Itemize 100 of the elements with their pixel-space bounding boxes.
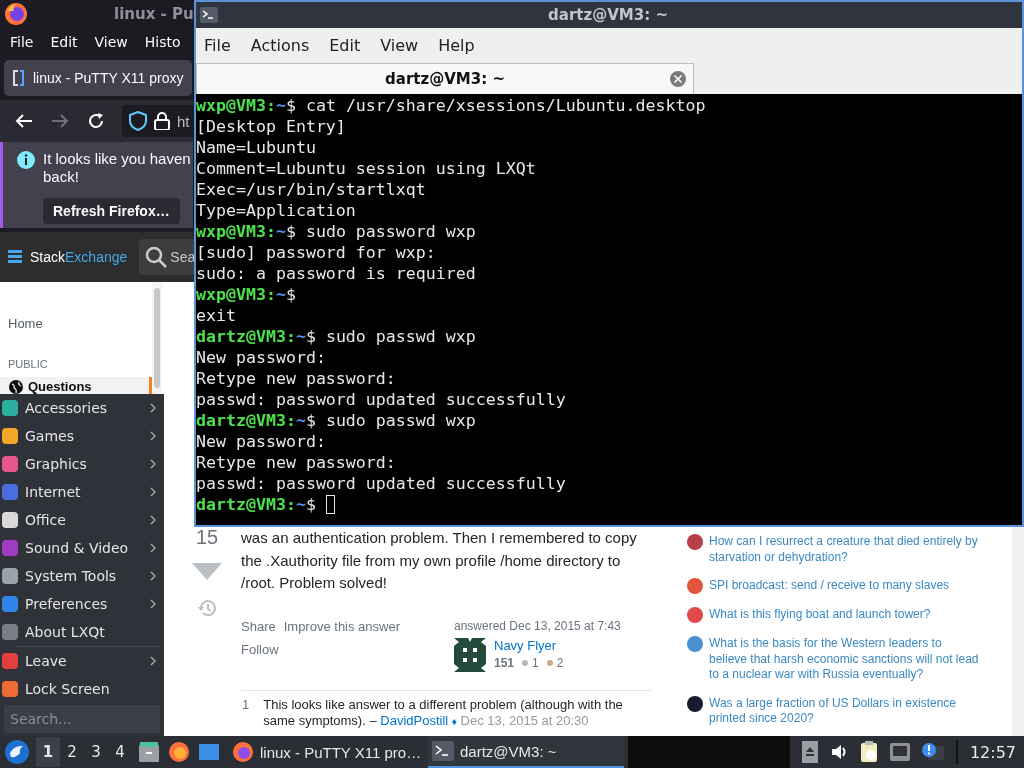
info-icon <box>17 151 35 169</box>
desktop-button[interactable]: 2 <box>60 737 84 767</box>
menu-item[interactable]: Edit <box>329 35 361 55</box>
browser-icon <box>232 741 254 763</box>
scrollbar[interactable] <box>1012 527 1024 736</box>
nav-link[interactable]: Home <box>0 314 152 334</box>
close-icon[interactable] <box>669 70 687 88</box>
refresh-button[interactable]: Refresh Firefox… <box>43 198 180 224</box>
shell-prompt: dartz@VM3:~$ <box>196 410 316 431</box>
menu-item[interactable]: Preferences <box>0 590 164 618</box>
stack-icon[interactable] <box>8 249 22 265</box>
menu-item[interactable]: Accessories <box>0 394 164 422</box>
output-line: Type=Application <box>196 200 356 221</box>
desktop-button[interactable]: 1 <box>36 737 60 767</box>
menu-item[interactable]: Lock Screen <box>0 675 164 703</box>
output-line: exit <box>196 305 236 326</box>
question-link[interactable]: SPI broadcast: send / receive to many slaves <box>709 578 979 594</box>
author-link[interactable]: DavidPostill <box>380 713 449 729</box>
menu-item[interactable]: System Tools <box>0 562 164 590</box>
output-line: [Desktop Entry] <box>196 116 346 137</box>
address-bar[interactable]: ht <box>122 105 197 137</box>
menu-item[interactable]: Office <box>0 506 164 534</box>
output-line: Name=Lubuntu <box>196 137 316 158</box>
answered-date: answered Dec 13, 2015 at 7:43 <box>454 619 621 634</box>
menu-item[interactable]: Histo <box>144 34 181 50</box>
browser-tab[interactable]: linux - PuTTY X11 proxy <box>4 60 192 96</box>
menu-item[interactable]: View <box>94 34 128 50</box>
menu-item[interactable]: Games <box>0 422 164 450</box>
desktop-button[interactable]: 4 <box>108 737 132 767</box>
command-text: sudo passwd wxp <box>325 410 476 431</box>
question-link[interactable]: What is the basis for the Western leaders to believe that harsh economic sanctions will not lead to a nuclear war with Russia eventually? <box>709 636 979 683</box>
notification-icon[interactable] <box>921 742 944 762</box>
menu-item[interactable]: Edit <box>50 34 78 50</box>
question-link[interactable]: Was a large fraction of US Dollars in existence printed since 2020? <box>709 695 979 727</box>
search-icon <box>145 246 168 268</box>
search-field[interactable]: Search... <box>4 705 160 733</box>
clock[interactable]: 12:57 <box>969 742 1016 762</box>
desktop-icon[interactable] <box>198 741 220 763</box>
output-line: Exec=/usr/bin/startlxqt <box>196 179 426 200</box>
badge-count: 1 <box>532 656 539 671</box>
menu-item[interactable]: View <box>380 35 419 55</box>
scrollbar[interactable] <box>152 282 162 394</box>
network-icon[interactable] <box>889 743 910 761</box>
start-menu-icon[interactable] <box>4 739 30 765</box>
taskbar-button[interactable]: linux - PuTTY X11 pro… <box>228 736 424 768</box>
avatar-icon <box>454 638 486 673</box>
comment-score: 1 <box>241 697 250 715</box>
question-link[interactable]: What is this flying boat and launch tower? <box>709 607 979 623</box>
menu-item[interactable]: File <box>204 35 231 55</box>
output-line: passwd: password updated successfully <box>196 473 566 494</box>
browser-icon[interactable] <box>168 741 190 763</box>
menu-item[interactable]: About LXQt <box>0 618 164 646</box>
terminal-icon <box>432 741 454 761</box>
user-link[interactable]: Navy Flyer <box>494 638 564 655</box>
menu-item[interactable]: Internet <box>0 478 164 506</box>
improve-link[interactable]: Improve this answer <box>283 619 401 635</box>
follow-link[interactable]: Follow <box>241 642 454 658</box>
share-link[interactable]: Share <box>241 619 276 635</box>
shell-prompt: dartz@VM3:~$ <box>196 326 316 347</box>
volume-icon[interactable] <box>829 743 848 761</box>
output-line: New password: <box>196 347 326 368</box>
command-text: sudo passwd wxp <box>325 326 476 347</box>
terminal-icon[interactable] <box>200 7 218 23</box>
search-field[interactable]: Sea <box>139 239 197 275</box>
menu-item[interactable]: Sound & Video <box>0 534 164 562</box>
shell-prompt: dartz@VM3:~$ <box>196 494 316 515</box>
output-line: New password: <box>196 431 326 452</box>
globe-icon <box>8 378 24 395</box>
menu-item[interactable]: File <box>10 34 34 50</box>
answer-text: was an authentication problem. Then I remembered to copy the .Xauthority file from my own profile /home directory to /root. Problem solved! <box>241 528 638 594</box>
lock-icon <box>154 112 170 130</box>
eject-icon[interactable] <box>801 741 818 763</box>
notification-text: back! <box>43 168 79 186</box>
firefox-icon <box>4 2 28 26</box>
output-line: passwd: password updated successfully <box>196 389 566 410</box>
shell-prompt: wxp@VM3:~$ <box>196 95 296 116</box>
menu-item[interactable]: Leave <box>0 647 164 675</box>
bracket-icon <box>12 69 26 87</box>
shell-prompt: wxp@VM3:~$ <box>196 284 296 305</box>
output-line: Retype new password: <box>196 368 396 389</box>
window-title: dartz@VM3: ~ <box>547 6 669 24</box>
taskbar-button[interactable]: dartz@VM3: ~ <box>428 736 624 768</box>
menu-item[interactable]: Actions <box>250 35 310 55</box>
output-line: sudo: a password is required <box>196 263 476 284</box>
reputation: 151 <box>494 656 515 671</box>
section-heading: PUBLIC <box>7 357 49 372</box>
shield-icon[interactable] <box>129 111 147 131</box>
comment-text: This looks like answer to a different problem (although with the same symptoms). – DavidPostill ♦ Dec 13, 2015 at 20:30 <box>263 697 624 731</box>
desktop-button[interactable]: 3 <box>84 737 108 767</box>
terminal-tab[interactable]: dartz@VM3: ~ <box>196 63 694 94</box>
file-manager-icon[interactable] <box>138 741 160 763</box>
clipboard-icon[interactable] <box>859 741 878 763</box>
command-text: sudo password wxp <box>305 221 476 242</box>
output-line: [sudo] password for wxp: <box>196 242 436 263</box>
menu-item[interactable]: Graphics <box>0 450 164 478</box>
output-line: Retype new password: <box>196 452 396 473</box>
vote-count: 15 <box>195 527 219 547</box>
reload-icon[interactable] <box>86 111 106 131</box>
question-link[interactable]: How can I resurrect a creature that died entirely by starvation or dehydration? <box>709 534 979 565</box>
menu-item[interactable]: Help <box>438 35 475 55</box>
